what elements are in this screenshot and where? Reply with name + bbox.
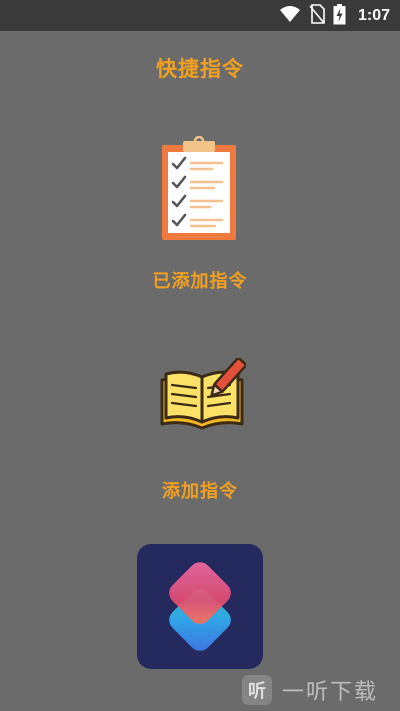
menu-item-add-shortcut[interactable]: 添加指令 xyxy=(0,477,400,503)
clipboard-checklist-icon[interactable] xyxy=(160,135,238,242)
shortcuts-app-tile[interactable] xyxy=(137,544,263,669)
status-icons: 1:07 xyxy=(279,3,390,29)
shortcuts-app-icon xyxy=(169,562,231,651)
status-bar: 1:07 xyxy=(0,0,400,31)
page-title: 快捷指令 xyxy=(156,57,244,81)
menu-item-added-shortcuts[interactable]: 已添加指令 xyxy=(0,267,400,293)
watermark-text: 一听下载 xyxy=(282,680,379,705)
watermark: 听 一听下载 xyxy=(242,672,400,708)
watermark-logo: 听 xyxy=(242,675,272,705)
no-sim-icon xyxy=(309,4,325,28)
status-time: 1:07 xyxy=(357,7,390,24)
battery-charging-icon xyxy=(333,3,346,29)
open-book-pencil-icon[interactable] xyxy=(158,357,247,432)
wifi-icon xyxy=(279,5,301,27)
